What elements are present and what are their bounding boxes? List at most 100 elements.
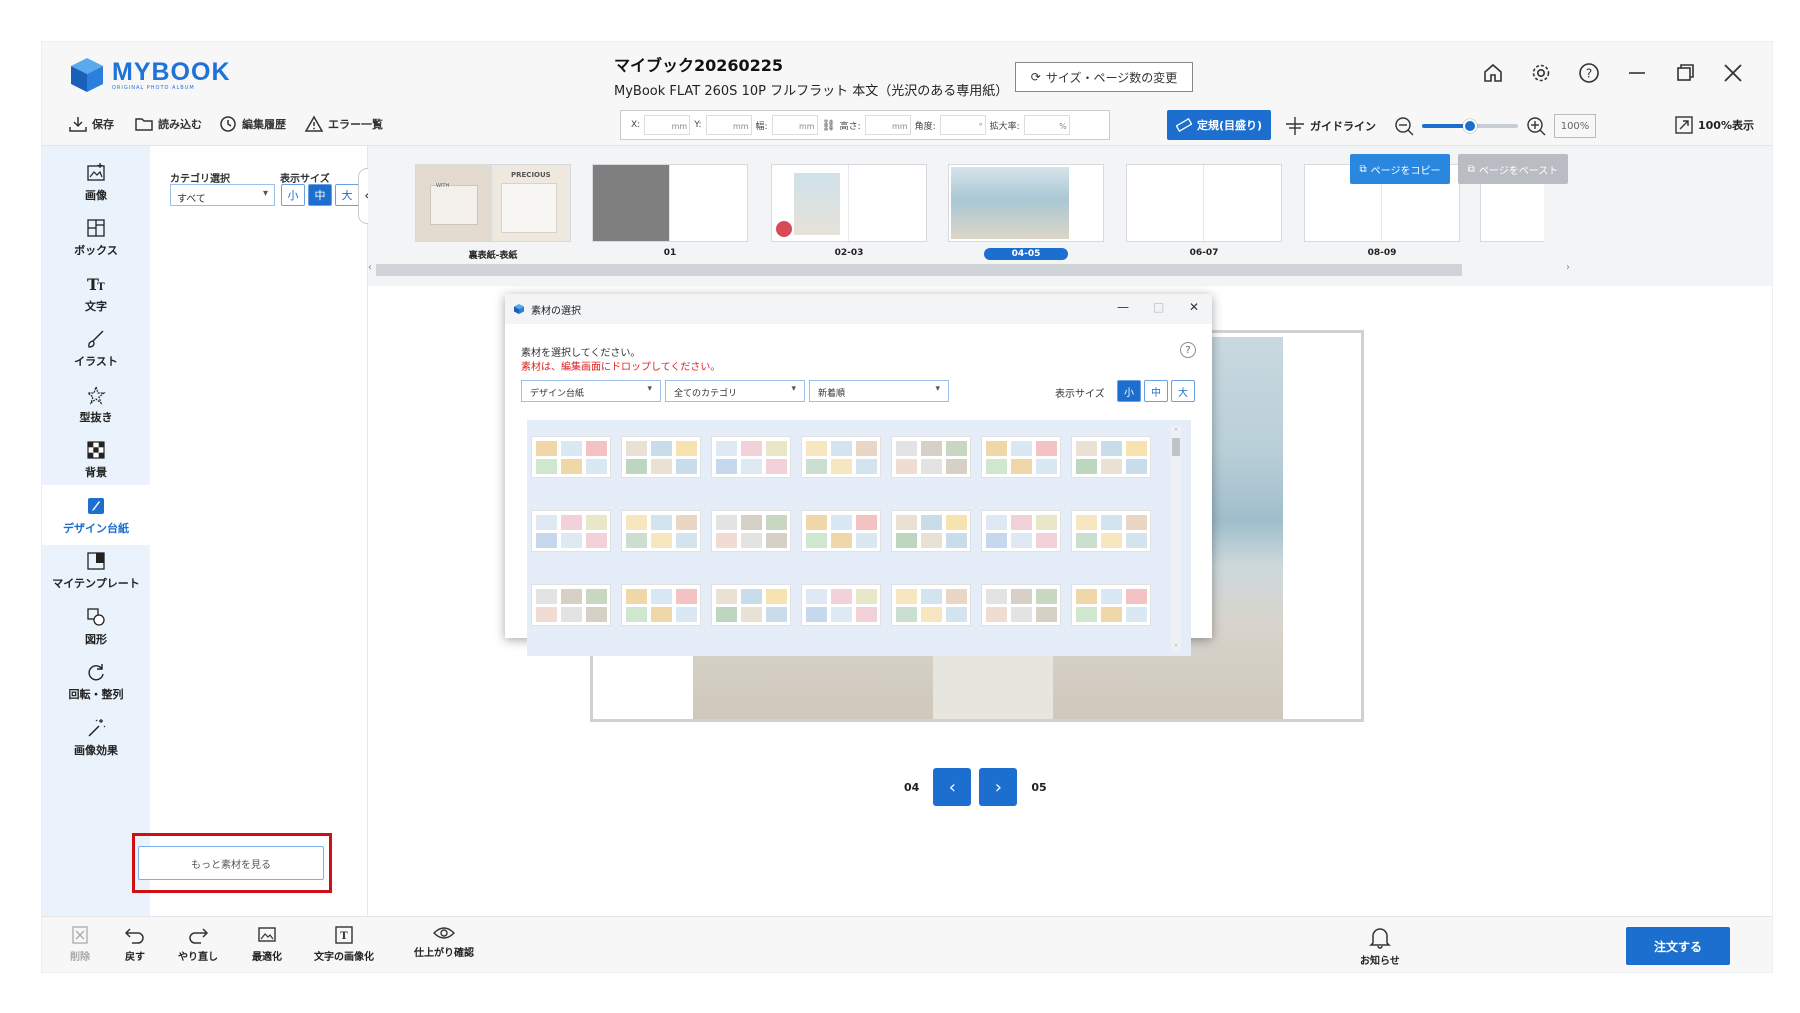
undo-button[interactable]: 戻す <box>124 925 146 963</box>
x-field[interactable]: mm <box>644 115 691 135</box>
dialog-close-icon[interactable]: ✕ <box>1189 300 1199 314</box>
nav-item-2[interactable]: ボックス <box>42 208 150 268</box>
thumbnail-photo-block <box>536 607 557 622</box>
thumbnail-photo-block <box>946 459 967 474</box>
lock-ratio-icon[interactable]: ⛓ <box>822 119 836 132</box>
close-icon[interactable] <box>1718 58 1748 88</box>
category-filter-select[interactable]: 全てのカテゴリ <box>665 380 805 402</box>
zoom-slider-knob[interactable] <box>1463 119 1477 133</box>
next-page-button[interactable]: › <box>979 768 1018 806</box>
dialog-size-medium-button[interactable]: 中 <box>1144 380 1168 402</box>
angle-field[interactable]: ° <box>939 115 986 135</box>
size-small-button[interactable]: 小 <box>281 184 305 206</box>
page-thumb-02-03[interactable] <box>771 164 927 242</box>
notice-button[interactable]: お知らせ <box>1360 925 1400 967</box>
restore-icon[interactable] <box>1670 58 1700 88</box>
full-size-button[interactable]: 100%表示 <box>1674 115 1754 135</box>
more-materials-button[interactable]: もっと素材を見る <box>138 846 324 880</box>
material-thumbnail[interactable] <box>531 436 611 478</box>
material-thumbnail[interactable] <box>531 584 611 626</box>
size-large-button[interactable]: 大 <box>335 184 359 206</box>
material-thumbnail[interactable] <box>981 510 1061 552</box>
grid-scrollbar[interactable]: ˄ ˅ <box>1171 426 1181 652</box>
material-thumbnail[interactable] <box>621 510 701 552</box>
ruler-button[interactable]: 定規(目盛り) <box>1167 110 1271 140</box>
height-field[interactable]: mm <box>864 115 911 135</box>
page-strip-scrollbar[interactable] <box>376 264 1462 276</box>
paste-page-button[interactable]: ⧉ ページをペースト <box>1458 154 1568 184</box>
minimize-icon[interactable] <box>1622 58 1652 88</box>
redo-button[interactable]: やり直し <box>178 925 218 963</box>
material-thumbnail[interactable] <box>711 584 791 626</box>
page-label-01: 01 <box>663 248 677 258</box>
dialog-help-icon[interactable]: ? <box>1180 342 1196 358</box>
material-thumbnail[interactable] <box>1071 436 1151 478</box>
page-thumb-01[interactable] <box>592 164 748 242</box>
zoom-out-icon[interactable] <box>1394 116 1414 136</box>
material-type-select[interactable]: デザイン台紙 <box>521 380 661 402</box>
dialog-maximize-icon[interactable]: □ <box>1153 300 1164 314</box>
nav-item-8[interactable]: マイテンプレート <box>42 541 150 601</box>
width-field[interactable]: mm <box>771 115 818 135</box>
dialog-size-small-button[interactable]: 小 <box>1117 380 1141 402</box>
material-thumbnail[interactable] <box>711 436 791 478</box>
zoom-slider[interactable] <box>1422 119 1518 133</box>
text-to-image-button[interactable]: T 文字の画像化 <box>314 925 374 963</box>
dialog-minimize-icon[interactable]: — <box>1117 300 1129 314</box>
scale-field[interactable]: % <box>1023 115 1070 135</box>
save-button[interactable]: 保存 <box>68 115 114 133</box>
order-button[interactable]: 注文する <box>1626 927 1730 965</box>
load-button[interactable]: 読み込む <box>134 115 202 133</box>
material-thumbnail[interactable] <box>891 510 971 552</box>
nav-item-3[interactable]: T T 文字 <box>42 263 150 323</box>
change-size-button[interactable]: ⟳ サイズ・ページ数の変更 <box>1015 62 1193 92</box>
sort-order-select[interactable]: 新着順 <box>809 380 949 402</box>
material-thumbnail[interactable] <box>621 584 701 626</box>
material-thumbnail[interactable] <box>891 436 971 478</box>
material-thumbnail[interactable] <box>891 584 971 626</box>
category-select[interactable]: すべて <box>170 184 275 206</box>
nav-item-4[interactable]: イラスト <box>42 319 150 379</box>
material-thumbnail[interactable] <box>711 510 791 552</box>
page-thumb-cover[interactable]: WITH PRECIOUS <box>415 164 571 242</box>
material-thumbnail[interactable] <box>621 436 701 478</box>
optimize-button[interactable]: 最適化 <box>252 925 282 963</box>
preview-button[interactable]: 仕上がり確認 <box>414 925 474 959</box>
size-medium-button[interactable]: 中 <box>308 184 332 206</box>
page-thumb-06-07[interactable] <box>1126 164 1282 242</box>
material-thumbnail[interactable] <box>981 584 1061 626</box>
gear-icon[interactable] <box>1526 58 1556 88</box>
title-bar: MYBOOK ORIGINAL PHOTO ALBUM マイブック2026022… <box>42 42 1772 106</box>
home-icon[interactable] <box>1478 58 1508 88</box>
copy-page-button[interactable]: ⧉ ページをコピー <box>1350 154 1450 184</box>
scroll-right-icon[interactable]: › <box>1566 262 1570 273</box>
delete-button[interactable]: 削除 <box>70 925 90 963</box>
page-thumb-04-05[interactable] <box>948 164 1104 242</box>
guideline-button[interactable]: ガイドライン <box>1285 116 1376 136</box>
nav-item-11[interactable]: 画像効果 <box>42 707 150 767</box>
zoom-value[interactable]: 100% <box>1554 114 1596 138</box>
nav-item-6[interactable]: 背景 <box>42 430 150 490</box>
scroll-left-icon[interactable]: ‹ <box>368 262 372 273</box>
history-button[interactable]: 編集履歴 <box>218 115 286 133</box>
material-thumbnail[interactable] <box>801 510 881 552</box>
nav-item-1[interactable]: 画像 <box>42 152 150 212</box>
material-thumbnail[interactable] <box>801 584 881 626</box>
errors-button[interactable]: エラー一覧 <box>304 115 383 133</box>
thumbnail-photo-block <box>856 515 877 530</box>
material-thumbnail[interactable] <box>531 510 611 552</box>
zoom-in-icon[interactable] <box>1526 116 1546 136</box>
help-icon[interactable]: ? <box>1574 58 1604 88</box>
prev-page-button[interactable]: ‹ <box>933 768 972 806</box>
material-thumbnail[interactable] <box>1071 510 1151 552</box>
dialog-size-large-button[interactable]: 大 <box>1171 380 1195 402</box>
material-thumbnail[interactable] <box>1071 584 1151 626</box>
nav-item-5[interactable]: 型抜き <box>42 374 150 434</box>
nav-item-9[interactable]: 図形 <box>42 596 150 656</box>
nav-item-7[interactable]: デザイン台紙 <box>42 485 150 545</box>
nav-item-10[interactable]: 回転・整列 <box>42 652 150 712</box>
x-label: X: <box>631 120 641 130</box>
y-field[interactable]: mm <box>705 115 752 135</box>
material-thumbnail[interactable] <box>981 436 1061 478</box>
material-thumbnail[interactable] <box>801 436 881 478</box>
